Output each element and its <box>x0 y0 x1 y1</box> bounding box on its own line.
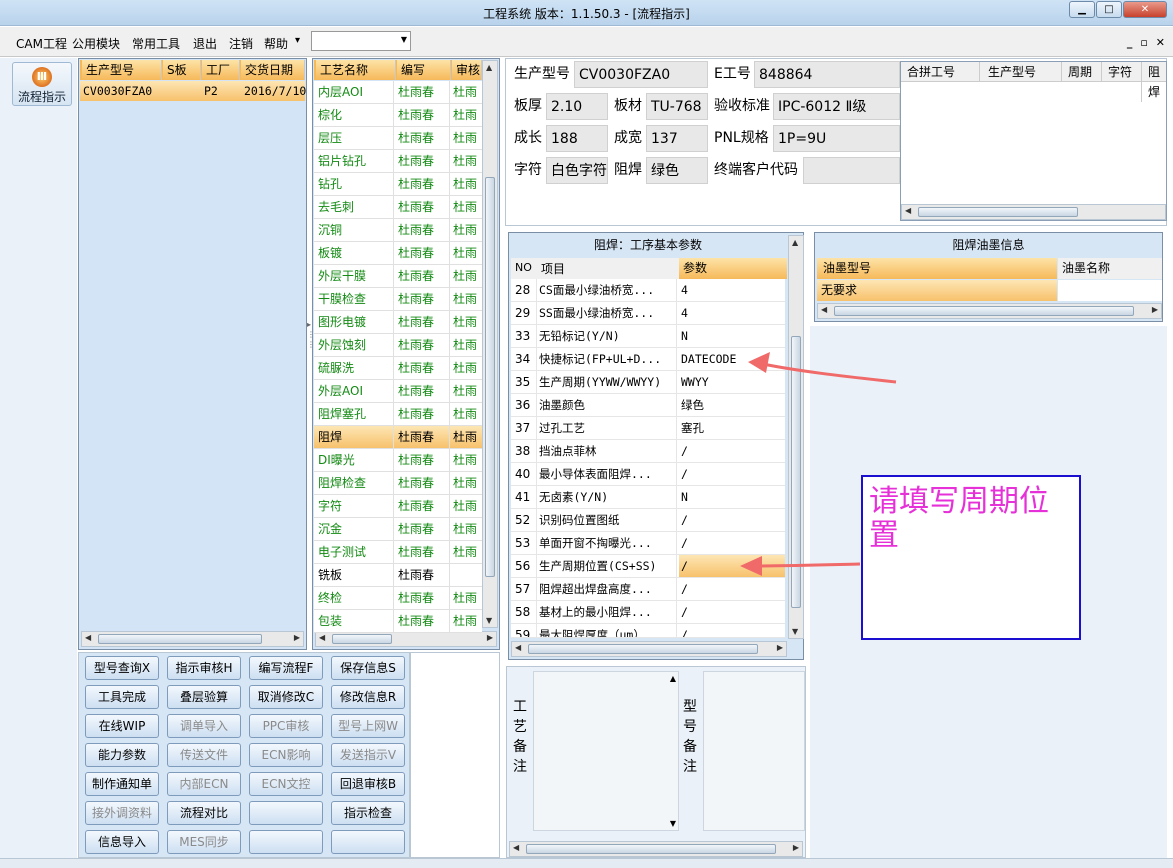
annotation-box: 请填写周期位置 <box>861 475 1081 640</box>
annotation-arrows <box>740 352 897 576</box>
status-bar <box>0 858 1173 868</box>
